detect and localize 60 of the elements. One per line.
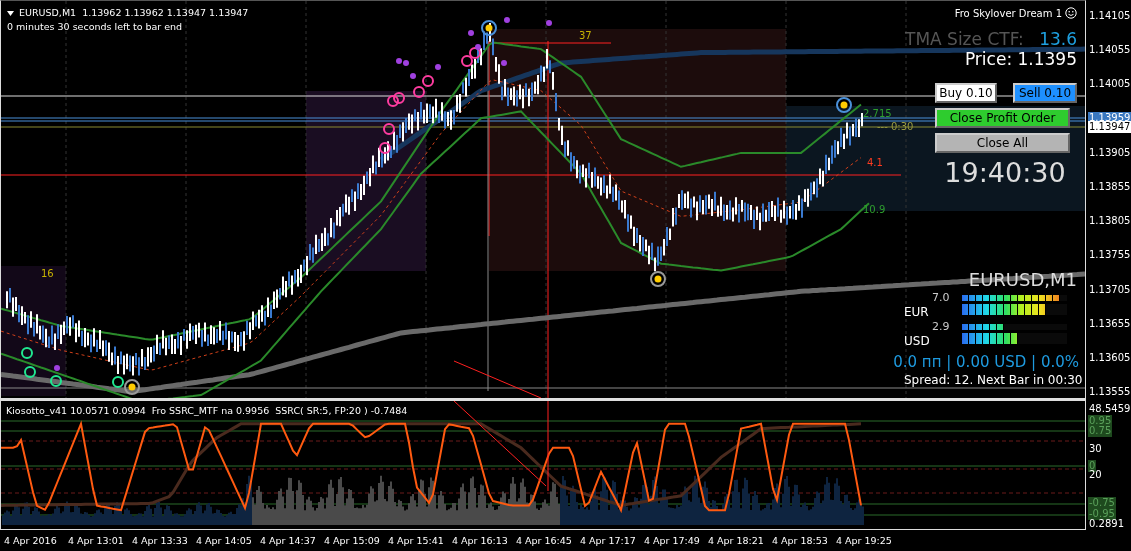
- price-tick: 1.14055: [1088, 44, 1131, 57]
- time-tick: 4 Apr 17:17: [580, 535, 637, 546]
- price-tick: 1.13805: [1088, 215, 1131, 228]
- time-tick: 4 Apr 19:25: [836, 535, 893, 546]
- price-tick: 1.14005: [1088, 78, 1131, 91]
- ask-price-tag: 1.13947: [1088, 121, 1131, 133]
- time-tick: 4 Apr 16:45: [516, 535, 573, 546]
- price-tick: 1.13655: [1088, 317, 1131, 330]
- indicator-tick: 20: [1088, 469, 1103, 481]
- indicator-tick: 30: [1088, 443, 1103, 455]
- level-tag: -0.75: [1088, 497, 1116, 509]
- tma-label: TMA Size CTF:: [905, 29, 1024, 49]
- price-tick: 1.13755: [1088, 249, 1131, 262]
- time-tick: 4 Apr 17:49: [644, 535, 701, 546]
- price-text: Price: 1.1395: [964, 49, 1077, 69]
- time-tick: 4 Apr 15:09: [324, 535, 381, 546]
- strength-value: 7.0: [932, 291, 951, 304]
- indicator-title: Kiosotto_v41 10.0571 0.0994 Fro SSRC_MTF na 0.9956 SSRC( SR:5, FP:20 ) -0.7484: [6, 405, 408, 417]
- price-tick: 1.13855: [1088, 181, 1131, 193]
- close-profit-button[interactable]: Close Profit Order: [935, 108, 1070, 128]
- currency-label: USD: [904, 334, 931, 348]
- price-tick: 1.13905: [1088, 146, 1131, 159]
- profit-summary: 0.0 пп | 0.00 USD | 0.0%: [893, 353, 1079, 371]
- chart-label: 4.1: [867, 157, 883, 169]
- time-tick: 4 Apr 14:37: [260, 535, 317, 546]
- time-tick: 4 Apr 16:13: [452, 535, 509, 546]
- chart-label: 10.9: [863, 204, 886, 216]
- smiley-icon: [1065, 7, 1077, 19]
- expert-title: Fro Skylover Dream 1: [954, 7, 1062, 19]
- time-tick: 4 Apr 15:41: [388, 535, 445, 546]
- close-all-button[interactable]: Close All: [935, 133, 1070, 153]
- dropdown-arrow-icon[interactable]: [7, 10, 14, 16]
- chart-label: 2.715: [863, 108, 892, 120]
- time-tick: 4 Apr 18:21: [708, 535, 765, 546]
- level-tag: -0.95: [1088, 508, 1116, 520]
- time-tick: 4 Apr 2016: [4, 535, 58, 546]
- level-tag: 0: [1088, 460, 1097, 472]
- symbol-quote: EURUSD,M1 1.13962 1.13962 1.13947 1.13947: [19, 7, 249, 19]
- sell-button[interactable]: Sell 0.10: [1013, 83, 1077, 103]
- time-tick: 4 Apr 13:33: [132, 535, 189, 546]
- time-tick: 4 Apr 18:53: [772, 535, 829, 546]
- indicator-tick: 0.2891: [1088, 518, 1125, 530]
- level-tag: 0.75: [1088, 425, 1113, 437]
- price-tick: 1.13555: [1088, 386, 1131, 399]
- chart-label: 37: [579, 30, 592, 42]
- symbol-title: EURUSD,M1: [968, 269, 1077, 290]
- time-tick: 4 Apr 13:01: [68, 535, 125, 546]
- indicator-tick: 48.5459: [1088, 403, 1131, 415]
- price-tick: 1.13605: [1088, 352, 1131, 364]
- price-tick: 1.13705: [1088, 283, 1131, 296]
- clock-text: 19:40:30: [944, 157, 1066, 188]
- buy-button[interactable]: Buy 0.10: [935, 83, 997, 103]
- chart-label: 16: [41, 268, 54, 280]
- strength-value: 2.9: [932, 320, 951, 333]
- price-tick: 1.14105: [1088, 10, 1131, 22]
- bar-timer-text: 0 minutes 30 seconds left to bar end: [7, 21, 184, 33]
- time-tick: 4 Apr 14:05: [196, 535, 253, 546]
- currency-label: EUR: [904, 305, 930, 319]
- chart-label: --- 0:30: [877, 121, 914, 133]
- tma-value: 13.6: [1039, 29, 1077, 49]
